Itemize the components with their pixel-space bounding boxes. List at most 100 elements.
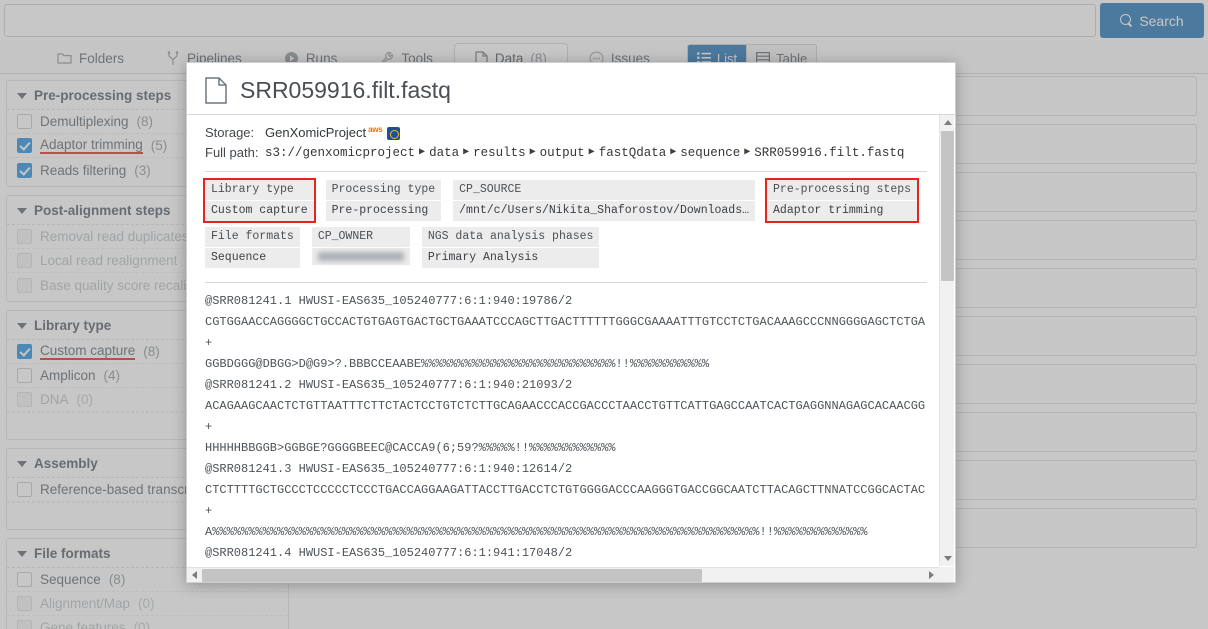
metadata-tag-key: CP_OWNER	[311, 227, 410, 248]
horizontal-scroll-track[interactable]	[202, 568, 924, 583]
facet-option-count: (0)	[76, 392, 94, 407]
facet-option: Gene features (0)	[7, 616, 288, 629]
checkbox-icon[interactable]	[17, 344, 32, 359]
path-segment[interactable]: fastQdata	[599, 143, 667, 163]
path-root: s3://genxomicproject	[265, 146, 416, 160]
search-icon	[1120, 14, 1133, 27]
chevron-left-icon	[192, 571, 197, 579]
metadata-tag[interactable]: CP_SOURCE/mnt/c/Users/Nikita_Shaforostov…	[453, 180, 756, 221]
caret-down-icon	[17, 207, 27, 214]
facet-option-label: DNA	[40, 392, 69, 407]
path-segment[interactable]: sequence	[680, 143, 740, 163]
path-segment[interactable]: output	[540, 143, 585, 163]
facet-option-label: Custom capture	[40, 343, 136, 360]
header-divider	[205, 171, 927, 172]
file-icon	[205, 77, 227, 104]
facet-option-count: (5)	[150, 138, 168, 153]
metadata-tag-key: Pre-processing steps	[767, 180, 918, 201]
facet-option-label: Alignment/Map	[40, 596, 131, 611]
fullpath-row: Full path: s3://genxomicproject ▶ data ▶ res…	[205, 143, 927, 163]
path-segment[interactable]: data	[429, 143, 459, 163]
preview-vertical-scrollbar[interactable]	[939, 115, 954, 566]
storage-value-wrap: GenXomicProject aws	[265, 123, 401, 143]
metadata-tag-value	[311, 248, 410, 265]
search-input[interactable]	[4, 3, 1096, 37]
facet-option-label: Removal read duplicates	[40, 229, 189, 244]
preview-horizontal-scrollbar[interactable]	[187, 567, 939, 582]
path-separator-icon: ▶	[529, 147, 536, 158]
tab-folders[interactable]: Folders	[36, 43, 145, 73]
search-button-label: Search	[1139, 12, 1184, 29]
path-separator-icon: ▶	[419, 147, 426, 158]
facet-option-count: (8)	[108, 572, 126, 587]
checkbox-icon	[17, 596, 32, 611]
checkbox-icon	[17, 392, 32, 407]
metadata-tag-value: Sequence	[205, 248, 300, 268]
metadata-tag-key: File formats	[205, 227, 300, 248]
scroll-left-button[interactable]	[187, 568, 202, 583]
metadata-tag[interactable]: Processing type Pre-processing	[325, 180, 442, 221]
redacted-value	[317, 252, 404, 261]
horizontal-scroll-thumb[interactable]	[202, 568, 702, 582]
facet-option-label: Gene features	[40, 620, 126, 629]
dialog-scroll-content: Storage: GenXomicProject aws Full path: …	[187, 115, 939, 566]
caret-down-icon	[17, 460, 27, 467]
scroll-down-button[interactable]	[940, 551, 955, 566]
fullpath-label: Full path:	[205, 145, 259, 160]
metadata-tag[interactable]: NGS data analysis phases Primary Analysis	[421, 227, 600, 268]
facet-option-label: Amplicon	[40, 368, 96, 383]
metadata-tag-value: Custom capture	[205, 201, 314, 221]
checkbox-icon[interactable]	[17, 482, 32, 497]
metadata-tag-value: Pre-processing	[325, 201, 442, 221]
checkbox-icon	[17, 277, 32, 293]
path-separator-icon: ▶	[670, 147, 677, 158]
search-bar: Search	[0, 0, 1208, 40]
facet-option-label: Local read realignment	[40, 253, 178, 268]
folder-icon	[57, 53, 72, 64]
vertical-scroll-thumb[interactable]	[941, 131, 954, 281]
facet-option-count: (0)	[138, 596, 155, 611]
metadata-tag-key: NGS data analysis phases	[421, 227, 600, 248]
facet-option-count: (3)	[134, 162, 151, 178]
tab-folders-label: Folders	[79, 50, 125, 66]
app-root: Search Folders Pipelines Runs Tools Data…	[0, 0, 1208, 629]
checkbox-icon[interactable]	[17, 572, 32, 587]
search-button[interactable]: Search	[1100, 3, 1204, 38]
scrollbar-corner	[939, 567, 954, 582]
facet-title: Post-alignment steps	[34, 203, 171, 218]
facet-title: Pre-processing steps	[34, 88, 172, 103]
path-segment[interactable]: results	[473, 143, 526, 163]
storage-label: Storage:	[205, 125, 255, 140]
facet-option-label: Adaptor trimming	[40, 137, 143, 154]
chevron-up-icon	[943, 120, 952, 125]
facet-option-count: (0)	[133, 620, 151, 629]
metadata-tag[interactable]: CP_OWNER	[311, 227, 410, 268]
metadata-tag[interactable]: Pre-processing steps Adaptor trimming	[765, 178, 920, 223]
dialog-header: SRR059916.filt.fastq	[187, 63, 955, 114]
metadata-tag[interactable]: Library type Custom capture	[203, 178, 316, 223]
metadata-tag[interactable]: File formats Sequence	[205, 227, 300, 268]
path-segment[interactable]: SRR059916.filt.fastq	[754, 143, 904, 163]
metadata-tag-value: Primary Analysis	[421, 248, 600, 268]
facet-option: Alignment/Map (0)	[7, 592, 288, 616]
facet-option-count: (8)	[136, 114, 154, 129]
path-separator-icon: ▶	[588, 147, 595, 158]
checkbox-icon	[17, 253, 32, 268]
aws-logo-icon: aws	[368, 125, 383, 134]
tags-divider	[205, 282, 927, 283]
checkbox-icon[interactable]	[17, 162, 32, 178]
metadata-tag-value: /mnt/c/Users/Nikita_Shaforostov/Download…	[453, 201, 756, 221]
checkbox-icon[interactable]	[17, 138, 32, 153]
scroll-right-button[interactable]	[924, 568, 939, 583]
file-preview-dialog: SRR059916.filt.fastq Storage: GenXomicPr…	[186, 62, 956, 583]
checkbox-icon	[17, 229, 32, 244]
checkbox-icon[interactable]	[17, 114, 32, 129]
checkbox-icon[interactable]	[17, 368, 32, 383]
metadata-tag-key: CP_SOURCE	[453, 180, 756, 201]
caret-down-icon	[17, 92, 27, 99]
pipelines-icon	[167, 50, 179, 65]
scroll-up-button[interactable]	[940, 115, 955, 130]
cloud-provider-icon	[387, 126, 401, 140]
facet-option-count: (4)	[103, 368, 121, 383]
facet-title: File formats	[34, 546, 111, 561]
